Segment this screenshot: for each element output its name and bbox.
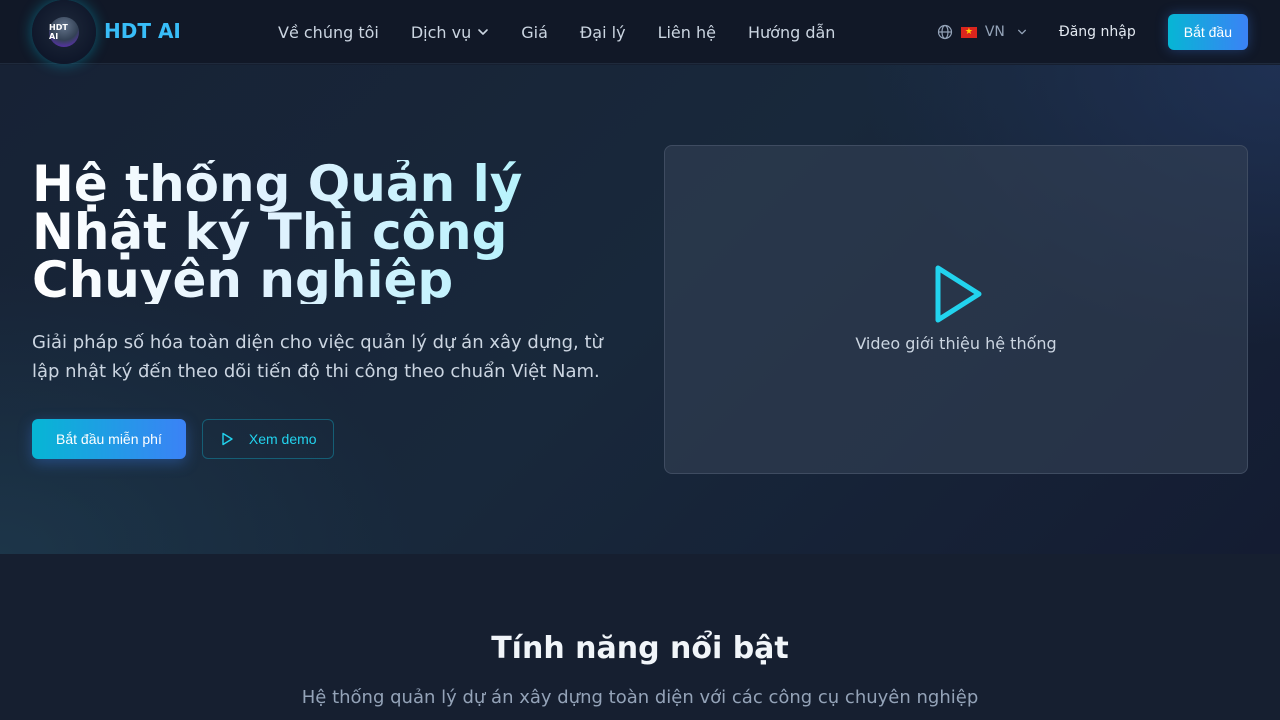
features-subtitle: Hệ thống quản lý dự án xây dựng toàn diệ… <box>301 687 979 708</box>
play-icon <box>222 432 233 446</box>
hero-description: Giải pháp số hóa toàn diện cho việc quản… <box>32 332 603 382</box>
nav-actions: VN Đăng nhập Bắt đầu <box>937 0 1248 64</box>
start-free-button[interactable]: Bắt đầu miễn phí <box>32 419 186 459</box>
nav-link-label: Giá <box>521 22 548 42</box>
intro-video-player[interactable]: Video giới thiệu hệ thống <box>664 145 1248 474</box>
brand-logo-link[interactable]: HDT AI HDT AI <box>32 0 181 64</box>
watch-demo-label: Xem demo <box>248 431 317 447</box>
nav-link-label: Dịch vụ <box>410 22 472 42</box>
hero-section: Hệ thống Quản lý Nhật ký Thi công Chuyên… <box>0 65 1280 554</box>
nav-link-about[interactable]: Về chúng tôi <box>278 23 379 42</box>
globe-icon <box>937 24 952 40</box>
features-title: Tính năng nổi bật <box>491 631 789 666</box>
top-navbar: HDT AI HDT AI Về chúng tôi Dịch vụ Giá Đ… <box>0 0 1280 64</box>
nav-link-guide[interactable]: Hướng dẫn <box>748 23 835 42</box>
watch-demo-button[interactable]: Xem demo <box>201 419 334 459</box>
nav-link-pricing[interactable]: Giá <box>521 23 548 42</box>
main-nav: Về chúng tôi Dịch vụ Giá Đại lý Liên hệ … <box>278 0 835 64</box>
video-caption: Video giới thiệu hệ thống <box>855 334 1057 353</box>
chevron-down-icon <box>478 29 489 35</box>
logo-badge: HDT AI <box>32 0 96 64</box>
chevron-down-icon <box>1017 29 1026 35</box>
hero-title: Hệ thống Quản lý Nhật ký Thi công Chuyên… <box>32 160 632 304</box>
brand-name: HDT AI <box>104 19 181 43</box>
nav-link-agents[interactable]: Đại lý <box>580 23 626 42</box>
login-link[interactable]: Đăng nhập <box>1059 24 1136 40</box>
language-code: VN <box>984 24 1005 40</box>
logo-mark: HDT AI <box>49 17 79 47</box>
hero-cta-group: Bắt đầu miễn phí Xem demo <box>32 419 334 459</box>
nav-link-label: Liên hệ <box>657 22 716 42</box>
nav-link-services[interactable]: Dịch vụ <box>411 23 489 42</box>
get-started-button[interactable]: Bắt đầu <box>1167 14 1248 50</box>
nav-link-contact[interactable]: Liên hệ <box>658 23 716 42</box>
language-selector[interactable]: VN <box>937 24 1027 40</box>
play-icon <box>935 265 982 323</box>
nav-link-label: Hướng dẫn <box>747 22 836 42</box>
vietnam-flag-icon <box>960 24 977 40</box>
nav-link-label: Về chúng tôi <box>278 22 379 42</box>
features-section: Tính năng nổi bật Hệ thống quản lý dự án… <box>0 554 1280 720</box>
hero-title-line: Chuyên nghiệp <box>32 251 454 309</box>
nav-link-label: Đại lý <box>579 22 626 42</box>
